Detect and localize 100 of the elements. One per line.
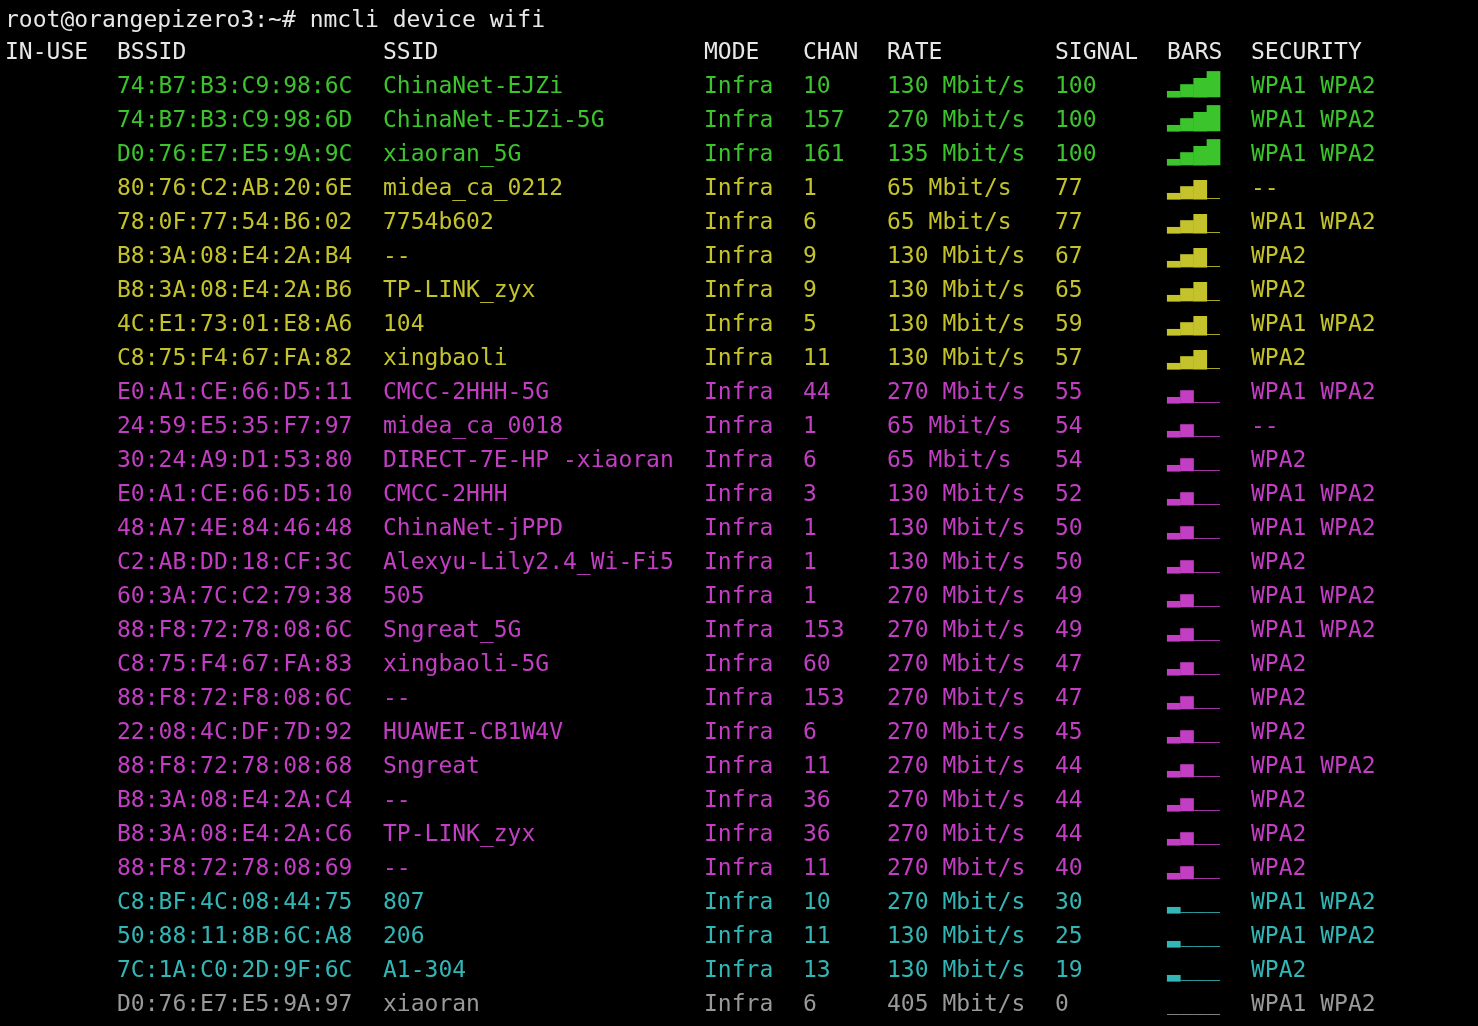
table-cell-text: 59 [1055,309,1084,338]
table-cell-text: ChinaNet-EJZi [383,71,564,100]
table-cell-text: 6 [803,445,818,474]
table-cell-text: 49 [1055,615,1084,644]
table-cell-text: 50 [1055,547,1084,576]
table-cell-text: xingbaoli [383,343,509,372]
table-cell-text: 5 [803,309,818,338]
table-cell-text: Infra [704,411,775,440]
table-cell-text: 10 [803,71,832,100]
table-cell-text: B8:3A:08:E4:2A:B4 [117,241,354,270]
table-cell-text: 49 [1055,581,1084,610]
table-cell-text: 54 [1055,445,1084,474]
table-cell-text: 60:3A:7C:C2:79:38 [117,581,354,610]
signal-bars: ▂▄__ [1167,510,1251,544]
table-cell-text: Infra [704,751,775,780]
table-cell-text: 45 [1055,717,1084,746]
signal-bars: ▂▄__ [1167,782,1251,816]
table-cell-text: 25 [1055,921,1084,950]
table-cell-text: -- [383,785,412,814]
table-cell-text: Infra [704,683,775,712]
table-cell-text: 7C:1A:C0:2D:9F:6C [117,955,354,984]
signal-bars: ▂▄__ [1167,408,1251,442]
table-cell-text: ChinaNet-jPPD [383,513,564,542]
table-cell-text: 100 [1055,139,1098,168]
table-cell-text: Infra [704,887,775,916]
command-line: root@orangepizero3:~# nmcli device wifi [5,5,547,34]
table-cell-text: WPA2 [1251,343,1308,372]
column-header: CHAN [803,37,860,66]
table-cell-text: 65 Mbit/s [887,445,1013,474]
table-cell-text: 11 [803,751,832,780]
signal-bars: ▂▄▆_ [1167,238,1251,272]
table-cell-text: 60 [803,649,832,678]
table-cell-text: xingbaoli-5G [383,649,551,678]
table-cell-text: TP-LINK_zyx [383,819,537,849]
signal-bars: ▂▄__ [1167,578,1251,612]
table-cell-text: xiaoran_5G [383,139,523,169]
table-cell-text: 65 Mbit/s [887,411,1013,440]
table-cell-text: WPA1 WPA2 [1251,309,1377,338]
table-cell-text: Alexyu-Lily2.4_Wi-Fi5 [383,547,675,577]
signal-bars: ▂▄__ [1167,646,1251,680]
column-header: IN-USE [5,37,90,66]
table-cell-text: WPA1 WPA2 [1251,479,1377,508]
table-cell-text: 270 Mbit/s [887,853,1027,882]
table-cell-text: 153 [803,683,846,712]
table-cell-text: 161 [803,139,846,168]
table-cell-text: A1-304 [383,955,468,984]
table-cell-text: Infra [704,785,775,814]
table-cell-text: 13 [803,955,832,984]
table-cell-text: WPA1 WPA2 [1251,513,1377,542]
table-cell-text: 153 [803,615,846,644]
table-cell-text: 270 Mbit/s [887,377,1027,406]
table-cell-text: WPA1 WPA2 [1251,377,1377,406]
table-cell-text: 9 [803,275,818,304]
column-header: SSID [383,37,440,66]
table-cell-text: 130 Mbit/s [887,71,1027,100]
table-cell-text: 65 [1055,275,1084,304]
signal-bars: ▂▄▆_ [1167,170,1251,204]
signal-bars: ▂▄__ [1167,544,1251,578]
table-cell-text: 57 [1055,343,1084,372]
table-cell-text: 270 Mbit/s [887,717,1027,746]
table-cell-text: Infra [704,173,775,202]
signal-bars: ▂▄__ [1167,374,1251,408]
table-cell-text: 67 [1055,241,1084,270]
table-cell-text: 77 [1055,173,1084,202]
signal-bars: ▂▄__ [1167,680,1251,714]
table-cell-text: 270 Mbit/s [887,819,1027,848]
table-cell-text: DIRECT-7E-HP -xiaoran [383,445,675,474]
signal-bars: ▂▄▆█ [1167,102,1251,136]
table-cell-text: 3 [803,479,818,508]
table-cell-text: C8:BF:4C:08:44:75 [117,887,354,916]
table-cell-text: 1 [803,411,818,440]
table-cell-text: 104 [383,309,426,338]
table-cell-text: 9 [803,241,818,270]
table-cell-text: CMCC-2HHH-5G [383,377,551,406]
table-cell-text: 270 Mbit/s [887,649,1027,678]
table-cell-text: Infra [704,275,775,304]
table-cell-text: Infra [704,309,775,338]
table-cell-text: 157 [803,105,846,134]
column-header: SIGNAL [1055,37,1140,66]
table-cell-text: 22:08:4C:DF:7D:92 [117,717,354,746]
table-cell-text: 6 [803,717,818,746]
table-cell-text: E0:A1:CE:66:D5:11 [117,377,354,406]
table-cell-text: 11 [803,921,832,950]
signal-bars: ▂▄▆_ [1167,204,1251,238]
table-cell-text: 54 [1055,411,1084,440]
column-header: RATE [887,37,944,66]
signal-bars: ▂▄▆_ [1167,272,1251,306]
table-cell-text: Sngreat_5G [383,615,523,645]
table-cell-text: 100 [1055,105,1098,134]
table-cell-text: -- [383,853,412,882]
table-cell-text: midea_ca_0018 [383,411,564,441]
table-cell-text: 30 [1055,887,1084,916]
table-cell-text: D0:76:E7:E5:9A:97 [117,989,354,1018]
column-header: MODE [704,37,761,66]
table-cell-text: WPA2 [1251,275,1308,304]
table-cell-text: 65 Mbit/s [887,207,1013,236]
table-cell-text: -- [383,683,412,712]
table-cell-text: B8:3A:08:E4:2A:B6 [117,275,354,304]
table-cell-text: WPA2 [1251,445,1308,474]
table-cell-text: midea_ca_0212 [383,173,564,203]
